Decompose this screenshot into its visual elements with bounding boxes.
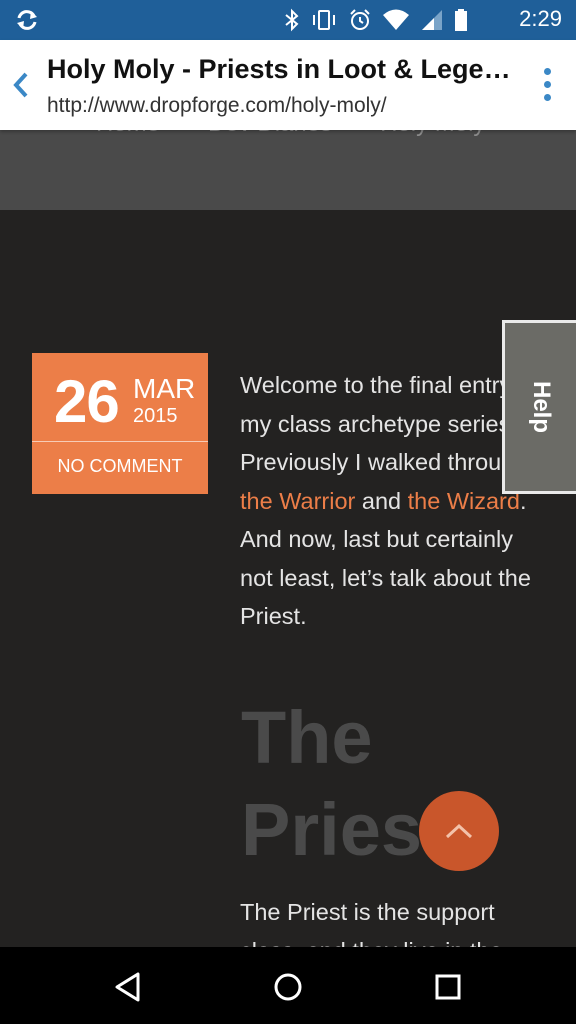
scroll-to-top-button[interactable] — [419, 791, 499, 871]
back-arrow-icon[interactable] — [8, 68, 32, 102]
wifi-icon — [383, 9, 409, 30]
intro-text-1: Welcome to the final entry in my class a… — [240, 372, 537, 475]
help-label: Help — [527, 380, 555, 434]
vibrate-icon — [313, 10, 335, 30]
post-date-box: 26 MAR 2015 NO COMMENT — [32, 353, 208, 494]
navigation-bar — [0, 947, 576, 1024]
post-year: 2015 — [133, 405, 178, 427]
custom-tab-toolbar: Holy Moly - Priests in Loot & Legen... h… — [0, 40, 576, 130]
back-icon[interactable] — [112, 971, 144, 1003]
home-icon[interactable] — [272, 971, 304, 1003]
overflow-menu-icon[interactable] — [544, 68, 554, 104]
post-day: 26 — [54, 368, 120, 435]
recents-icon[interactable] — [432, 971, 464, 1003]
page-url[interactable]: http://www.dropforge.com/holy-moly/ — [47, 94, 387, 118]
section-heading: The Priest — [241, 696, 447, 871]
alarm-icon — [350, 9, 370, 30]
page-header: Home › Dev Diaries › Holy Moly — [0, 110, 576, 210]
sync-icon — [17, 10, 37, 30]
help-tab[interactable]: Help — [502, 320, 576, 494]
signal-icon — [422, 10, 442, 30]
link-the-warrior[interactable]: the Warrior — [240, 488, 355, 514]
post-month: MAR — [133, 373, 196, 404]
date-divider — [32, 441, 208, 442]
battery-icon — [455, 9, 467, 31]
status-time: 2:29 — [519, 6, 562, 31]
intro-text-2: and — [355, 487, 408, 514]
status-bar: 2:29 — [0, 0, 576, 40]
chevron-up-icon — [445, 823, 473, 839]
bluetooth-icon — [285, 8, 299, 32]
page-title[interactable]: Holy Moly - Priests in Loot & Legen... — [47, 54, 517, 85]
comment-count-link[interactable]: NO COMMENT — [32, 456, 208, 477]
